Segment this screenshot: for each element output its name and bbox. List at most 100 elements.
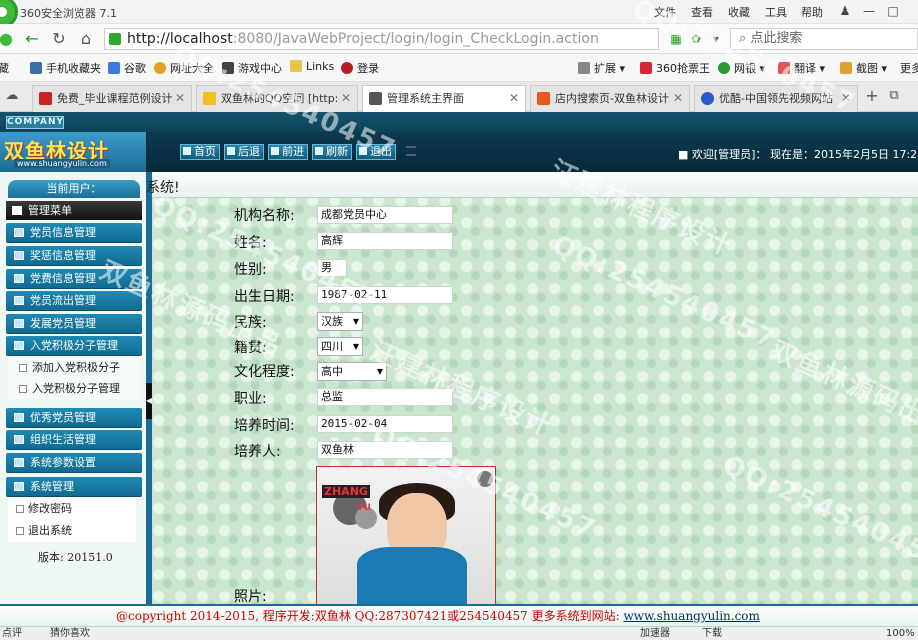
tab-qzone[interactable]: 双鱼林的QQ空间 [http: ✕: [196, 85, 358, 112]
toolbar-ticket[interactable]: 360抢票王: [640, 60, 710, 76]
sidebar-item-label: 党员信息管理: [30, 226, 96, 239]
footer-site-link[interactable]: www.shuangyulin.com: [623, 609, 759, 623]
tab-shop-search[interactable]: 店内搜索页-双鱼林设计 ✕: [530, 85, 690, 112]
menu-view[interactable]: 查看: [691, 4, 713, 20]
toolbar-extensions[interactable]: 扩展 ▾: [578, 60, 625, 76]
sidebar-sub-add-activist[interactable]: 添加入党积极分子: [8, 357, 140, 378]
org-name-field[interactable]: 成都党员中心: [317, 206, 453, 224]
grid-icon: [14, 296, 24, 305]
sidebar-item-label: 党费信息管理: [30, 272, 96, 285]
url-input[interactable]: http://localhost:8080/JavaWebProject/log…: [104, 28, 659, 50]
toolbar-label: 截图: [856, 62, 878, 75]
fav-item-hao[interactable]: 网址大全: [154, 60, 214, 76]
close-icon[interactable]: ✕: [175, 86, 185, 111]
training-date-field[interactable]: 2015-02-04: [317, 415, 453, 433]
fav-item-google[interactable]: 谷歌: [108, 60, 146, 76]
new-tab-icon[interactable]: +: [862, 86, 882, 106]
menu-file[interactable]: 文件: [654, 4, 676, 20]
native-place-select[interactable]: 四川 ▼: [317, 337, 363, 356]
power-icon: [359, 147, 367, 155]
brand-logo: 双鱼林设计 www.shuangyulin.com: [0, 132, 148, 172]
label-training-date: 培养时间:: [234, 418, 295, 434]
trainer-field[interactable]: 双鱼林: [317, 441, 453, 459]
refresh-button[interactable]: 刷新: [312, 144, 352, 160]
select-value: 汉族: [321, 315, 343, 328]
back-button[interactable]: 后退: [224, 144, 264, 160]
close-icon[interactable]: ✕: [509, 86, 519, 111]
occupation-field[interactable]: 总监: [317, 388, 453, 406]
search-input[interactable]: ⌕ 点此搜索: [730, 28, 918, 50]
tab-favicon-icon: [537, 92, 550, 105]
status-recommend[interactable]: 猜你喜欢: [50, 627, 90, 640]
menu-help[interactable]: 帮助: [801, 4, 823, 20]
ticket-icon: [640, 62, 652, 74]
home-icon: [183, 147, 191, 155]
label-native-place: 籍贯:: [234, 340, 267, 356]
star-icon: [203, 92, 216, 105]
status-accelerator[interactable]: 加速器: [640, 627, 670, 640]
toolbar-bank[interactable]: 网银 ▾: [718, 60, 765, 76]
arrow-right-icon: [271, 147, 279, 155]
sidebar-item-sys-params[interactable]: 系统参数设置: [6, 453, 142, 473]
sidebar-system-header[interactable]: 系统管理: [6, 477, 142, 497]
forward-button[interactable]: 前进: [268, 144, 308, 160]
minimize-icon[interactable]: —: [860, 2, 878, 20]
sidebar-item-activists[interactable]: 入党积极分子管理: [6, 336, 142, 356]
sidebar-item-label: 优秀党员管理: [30, 411, 96, 424]
sidebar-item-excellent[interactable]: 优秀党员管理: [6, 408, 142, 428]
fav-item[interactable]: 藏: [0, 60, 9, 76]
sidebar-item-org-life[interactable]: 组织生活管理: [6, 430, 142, 450]
sidebar-item-development[interactable]: 发展党员管理: [6, 314, 142, 334]
restore-tab-icon[interactable]: ⧉: [884, 86, 904, 106]
fav-item-games[interactable]: 游戏中心: [222, 60, 282, 76]
fav-item-links[interactable]: Links: [290, 60, 334, 73]
dropdown-icon[interactable]: ▾: [706, 29, 726, 49]
menu-favorites[interactable]: 收藏: [728, 4, 750, 20]
name-field[interactable]: 高辉: [317, 232, 453, 250]
maximize-icon[interactable]: □: [884, 2, 902, 20]
tab-favicon-icon: [39, 92, 52, 105]
version-text: 版本: 20151.0: [38, 551, 113, 564]
search-icon: ⌕: [739, 31, 747, 46]
home-button[interactable]: 首页: [180, 144, 220, 160]
sidebar-item-dues[interactable]: 党费信息管理: [6, 269, 142, 289]
status-zoom[interactable]: 100%: [886, 627, 915, 640]
tab-course[interactable]: 免费_毕业课程范例设计 ✕: [32, 85, 192, 112]
close-icon[interactable]: ✕: [841, 86, 851, 111]
birthdate-field[interactable]: 1987-02-11: [317, 286, 453, 304]
sidebar-item-member-info[interactable]: 党员信息管理: [6, 223, 142, 243]
sidebar-sub-manage-activist[interactable]: 入党积极分子管理: [8, 378, 140, 399]
close-icon[interactable]: ✕: [341, 86, 351, 111]
tab-admin-main[interactable]: 管理系统主界面 ✕: [362, 85, 526, 113]
status-download[interactable]: 下载: [702, 627, 722, 640]
sidebar-change-password[interactable]: 修改密码: [8, 497, 136, 520]
refresh-icon[interactable]: ↻: [49, 29, 69, 49]
shirt-icon[interactable]: ♟: [836, 2, 854, 20]
toolbar-screenshot[interactable]: 截图 ▾: [840, 60, 887, 76]
sidebar-exit-system[interactable]: 退出系统: [8, 519, 136, 542]
ethnicity-select[interactable]: 汉族 ▼: [317, 312, 363, 331]
sidebar-item-outflow[interactable]: 党员流出管理: [6, 291, 142, 311]
toolbar-translate[interactable]: 翻译 ▾: [778, 60, 825, 76]
leaf-icon[interactable]: ✿: [686, 29, 706, 49]
tab-youku[interactable]: 优酷-中国领先视频网站 ✕: [694, 85, 858, 112]
status-review[interactable]: 点评: [2, 627, 22, 640]
fav-item-mobile[interactable]: 手机收藏夹: [30, 60, 101, 76]
toolbar-label: 翻译: [794, 62, 816, 75]
cloud-icon[interactable]: ☁: [2, 86, 22, 106]
logout-button[interactable]: 退出: [356, 144, 396, 160]
home-icon[interactable]: ⌂: [76, 29, 96, 49]
fav-item-login[interactable]: 登录: [341, 60, 379, 76]
menu-tools[interactable]: 工具: [765, 4, 787, 20]
tab-label: 免费_毕业课程范例设计: [57, 92, 173, 105]
close-icon[interactable]: ✕: [673, 86, 683, 111]
admin-menu-header[interactable]: 管理菜单: [6, 201, 142, 220]
sidebar-item-rewards[interactable]: 奖惩信息管理: [6, 246, 142, 266]
gender-field[interactable]: 男: [317, 259, 347, 277]
back-icon[interactable]: ←: [22, 29, 42, 49]
grid-icon: [578, 62, 590, 74]
education-select[interactable]: 高中 ▼: [317, 362, 387, 381]
label-occupation: 职业:: [234, 391, 267, 407]
toolbar-more[interactable]: 更多: [900, 60, 918, 76]
qr-icon[interactable]: ▦: [666, 29, 686, 49]
